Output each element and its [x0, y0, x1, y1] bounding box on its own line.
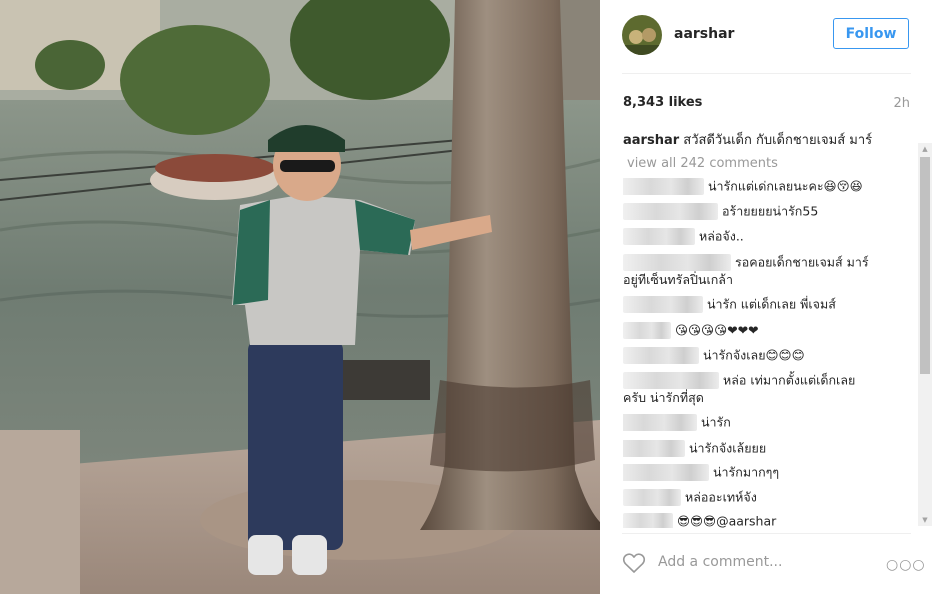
view-all-comments-link[interactable]: view all 242 comments [627, 155, 913, 173]
likes-count[interactable]: 8,343 likes [623, 95, 702, 110]
comment-item: น่ารักจังเล้ยยย [623, 439, 913, 458]
comment-text: อร้ายยยยน่ารัก55 [721, 203, 819, 218]
comment-text: น่ารักจังเลย😊😊😊 [702, 347, 805, 363]
post-photo[interactable] [0, 0, 600, 594]
redacted-username[interactable] [623, 371, 719, 389]
more-options-icon[interactable]: ○○○ [886, 557, 926, 573]
comments-list: aarshar สวัสดีวันเด็ก กับเด็กชายเจมส์ มา… [623, 125, 913, 528]
caption-username[interactable]: aarshar [623, 133, 679, 148]
comment-item: 😎😎😎@aarshar [623, 512, 913, 528]
comment-text: น่ารัก แต่เด็กเลย พี่เจมส์ [706, 296, 836, 312]
comment-item: 😘😘😘😘❤❤❤ [623, 321, 913, 340]
comment-text: หล่อจัง.. [698, 228, 744, 244]
post-time[interactable]: 2h [893, 96, 910, 111]
comment-item: หล่อ เท่มากตั้งแต่เด็กเลย ครับ น่ารักที่… [623, 371, 913, 408]
redacted-username[interactable] [623, 513, 673, 528]
comment-item: หล่ออะเทห์จัง [623, 488, 913, 507]
redacted-username[interactable] [623, 414, 697, 431]
divider [622, 533, 911, 534]
comment-item: รอคอยเด็กชายเจมส์ มาร์ อยู่ทีเซ็นทรัลปิ่… [623, 253, 913, 290]
comment-item: น่ารัก [623, 413, 913, 432]
divider [622, 73, 911, 74]
add-comment-input[interactable]: Add a comment... [658, 554, 782, 570]
comment-text: 😘😘😘😘❤❤❤ [674, 322, 759, 337]
comment-item: น่ารักจังเลย😊😊😊 [623, 346, 913, 365]
comment-text-continued: อยู่ทีเซ็นทรัลปิ่นเกล้า [623, 272, 733, 287]
redacted-username[interactable] [623, 347, 699, 364]
redacted-username[interactable] [623, 178, 704, 195]
scroll-up-arrow-icon[interactable]: ▲ [918, 143, 932, 155]
comment-text: 😎😎😎@aarshar [676, 513, 777, 529]
avatar-image [622, 15, 662, 55]
redacted-username[interactable] [623, 296, 703, 313]
comment-text: น่ารักแต่เด่กเลยนะคะ😆😚😆 [707, 178, 863, 194]
comment-text: หล่ออะเทห์จัง [684, 489, 757, 504]
comment-text-continued: ครับ น่ารักที่สุด [623, 390, 704, 405]
scroll-down-arrow-icon[interactable]: ▼ [918, 514, 932, 526]
scroll-thumb[interactable] [920, 157, 930, 374]
redacted-username[interactable] [623, 202, 718, 220]
comment-text: น่ารัก [700, 414, 731, 430]
comment-text: น่ารักจังเล้ยยย [688, 440, 767, 455]
comment-item: อร้ายยยยน่ารัก55 [623, 202, 913, 221]
redacted-username[interactable] [623, 488, 681, 506]
post-username[interactable]: aarshar [674, 26, 734, 42]
redacted-username[interactable] [623, 439, 685, 457]
comment-item: หล่อจัง.. [623, 227, 913, 246]
comments-scrollbar[interactable]: ▲ ▼ [918, 143, 932, 526]
heart-icon[interactable] [622, 552, 646, 574]
avatar[interactable] [622, 15, 662, 55]
comment-text: น่ารักมากๆๆ [712, 464, 780, 480]
post-caption: aarshar สวัสดีวันเด็ก กับเด็กชายเจมส์ มา… [623, 132, 913, 150]
photo-illustration [0, 0, 600, 594]
post-header: aarshar Follow [600, 0, 935, 72]
follow-button[interactable]: Follow [833, 18, 909, 49]
comment-text: หล่อ เท่มากตั้งแต่เด็กเลย [722, 372, 856, 387]
comment-item: น่ารักแต่เด่กเลยนะคะ😆😚😆 [623, 177, 913, 196]
redacted-username[interactable] [623, 253, 731, 271]
comment-text: รอคอยเด็กชายเจมส์ มาร์ [734, 254, 869, 269]
comment-item: น่ารัก แต่เด็กเลย พี่เจมส์ [623, 295, 913, 314]
redacted-username[interactable] [623, 464, 709, 481]
redacted-username[interactable] [623, 228, 695, 245]
comment-item: น่ารักมากๆๆ [623, 463, 913, 482]
post-details-panel: aarshar Follow 8,343 likes 2h aarshar สว… [600, 0, 935, 594]
post-viewer: aarshar Follow 8,343 likes 2h aarshar สว… [0, 0, 935, 594]
redacted-username[interactable] [623, 321, 671, 339]
caption-text: สวัสดีวันเด็ก กับเด็กชายเจมส์ มาร์ [679, 133, 873, 148]
